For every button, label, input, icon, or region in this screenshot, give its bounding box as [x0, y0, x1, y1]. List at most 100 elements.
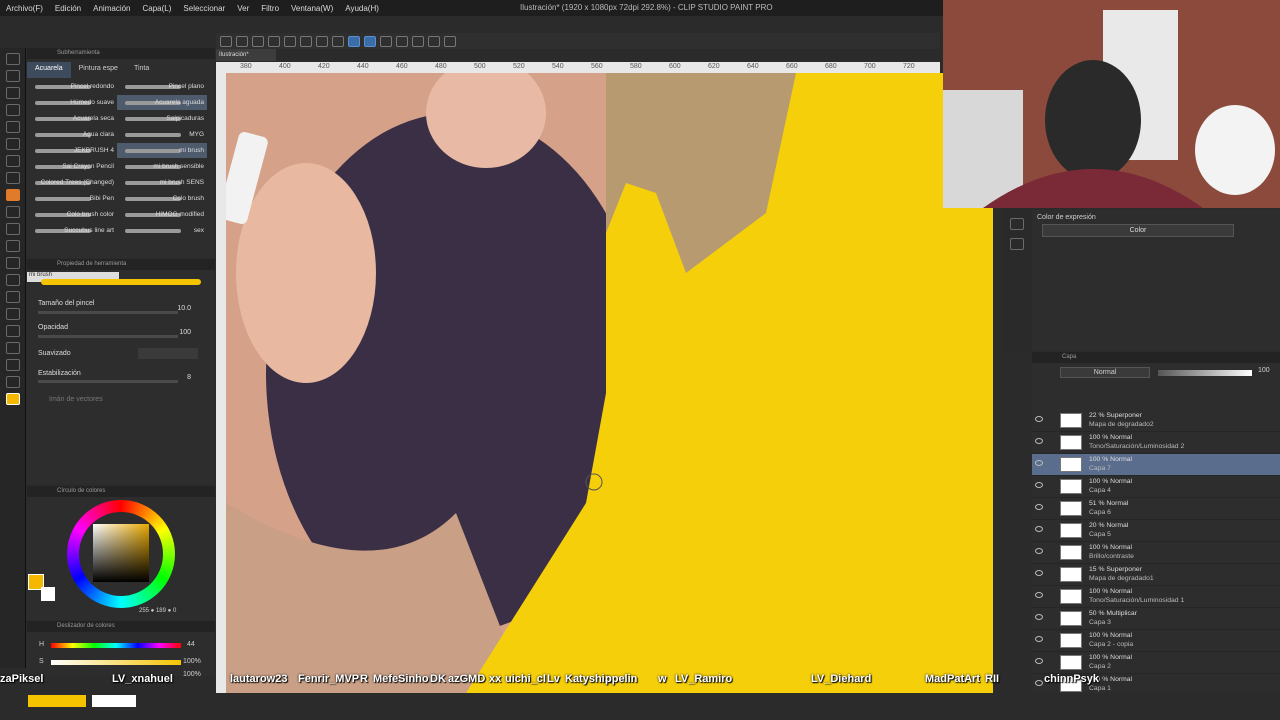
layer-tab[interactable]: Capa — [1032, 352, 1280, 363]
brush-item[interactable]: Húmedo suave — [27, 95, 117, 110]
brush-item[interactable]: HIMOG modified — [117, 207, 207, 222]
transform-icon[interactable] — [332, 35, 344, 47]
save-icon[interactable] — [252, 35, 264, 47]
tab-tinta[interactable]: Tinta — [126, 62, 157, 78]
blend-mode-select[interactable]: Normal — [1060, 367, 1150, 378]
visibility-eye-icon[interactable] — [1035, 614, 1043, 620]
layer-row[interactable]: 100 % Normal Brillo/contraste — [1032, 542, 1280, 564]
layer-row[interactable]: 15 % Superponer Mapa de degradado1 — [1032, 564, 1280, 586]
brush-item[interactable]: Colo brush color — [27, 207, 117, 222]
ruler-tool-icon[interactable] — [6, 325, 20, 337]
layer-opacity-slider[interactable] — [1158, 370, 1252, 376]
color-history-white[interactable] — [92, 695, 136, 707]
visibility-eye-icon[interactable] — [1035, 460, 1043, 466]
menu-ver[interactable]: Ver — [237, 4, 249, 13]
menu-archivo[interactable]: Archivo(F) — [6, 4, 43, 13]
eyedropper-tool-icon[interactable] — [6, 138, 20, 150]
color-expression-dropdown[interactable]: Color — [1042, 224, 1234, 237]
brush-item[interactable]: Pincel redondo — [27, 79, 117, 94]
visibility-eye-icon[interactable] — [1035, 526, 1043, 532]
menu-ayuda[interactable]: Ayuda(H) — [345, 4, 379, 13]
pen-tool-icon[interactable] — [6, 155, 20, 167]
eraser-tool-icon[interactable] — [6, 240, 20, 252]
brush-item[interactable]: Succubus line art — [27, 223, 117, 238]
brush-tool-icon[interactable] — [6, 189, 20, 201]
tab-pintura[interactable]: Pintura espe — [71, 62, 126, 78]
brush-item[interactable]: JEKBRUSH 4 — [27, 143, 117, 158]
stabilization-value[interactable]: 8 — [187, 374, 191, 381]
fill-icon[interactable] — [316, 35, 328, 47]
brush-size-slider[interactable] — [38, 311, 178, 314]
document-tab[interactable]: Ilustración* — [216, 49, 276, 61]
layer-row[interactable]: 100 % Normal Capa 7 — [1032, 454, 1280, 476]
brush-item[interactable]: MYG — [117, 127, 207, 142]
layer-row[interactable]: 22 % Superponer Mapa de degradado2 — [1032, 410, 1280, 432]
visibility-eye-icon[interactable] — [1035, 570, 1043, 576]
selection-tool-icon[interactable] — [6, 104, 20, 116]
visibility-eye-icon[interactable] — [1035, 592, 1043, 598]
fill-tool-icon[interactable] — [6, 257, 20, 269]
main-color-swatch[interactable] — [6, 393, 20, 405]
hue-slider[interactable] — [51, 643, 181, 648]
menu-animacion[interactable]: Animación — [93, 4, 130, 13]
balloon-tool-icon[interactable] — [6, 359, 20, 371]
rotate-icon[interactable] — [412, 35, 424, 47]
zoom-tool-icon[interactable] — [6, 53, 20, 65]
drawing-canvas[interactable] — [226, 73, 993, 693]
stabilization-slider[interactable] — [38, 380, 178, 383]
menu-edicion[interactable]: Edición — [55, 4, 81, 13]
brush-item[interactable]: Acuarela seca — [27, 111, 117, 126]
visibility-eye-icon[interactable] — [1035, 658, 1043, 664]
brush-item[interactable]: Sai Crayon Pencil — [27, 159, 117, 174]
menu-ventana[interactable]: Ventana(W) — [291, 4, 333, 13]
snap-ruler-icon[interactable] — [348, 35, 360, 47]
correct-line-tool-icon[interactable] — [6, 376, 20, 388]
brush-item[interactable]: mi brush sensible — [117, 159, 207, 174]
layer-opacity-value[interactable]: 100 — [1258, 367, 1270, 374]
layer-row[interactable]: 100 % Normal Tono/Saturación/Luminosidad … — [1032, 432, 1280, 454]
color-history-yellow[interactable] — [28, 695, 86, 707]
visibility-eye-icon[interactable] — [1035, 680, 1043, 686]
undo-icon[interactable] — [268, 35, 280, 47]
layer-row[interactable]: 20 % Normal Capa 5 — [1032, 520, 1280, 542]
opacity-value[interactable]: 100 — [179, 329, 191, 336]
brush-size-value[interactable]: 10.0 — [177, 305, 191, 312]
airbrush-tool-icon[interactable] — [6, 206, 20, 218]
menu-filtro[interactable]: Filtro — [261, 4, 279, 13]
brush-item[interactable]: Colo brush — [117, 191, 207, 206]
open-icon[interactable] — [236, 35, 248, 47]
menu-seleccionar[interactable]: Seleccionar — [183, 4, 225, 13]
smoothing-selector[interactable] — [138, 348, 198, 359]
navigator-icon[interactable] — [1010, 218, 1024, 230]
brush-item[interactable]: sex — [117, 223, 207, 238]
layer-row[interactable]: 100 % Normal Capa 2 — [1032, 652, 1280, 674]
sub-color-chip[interactable] — [41, 587, 55, 601]
frame-tool-icon[interactable] — [6, 308, 20, 320]
gradient-tool-icon[interactable] — [6, 274, 20, 286]
visibility-eye-icon[interactable] — [1035, 482, 1043, 488]
layer-row[interactable]: 100 % Normal Capa 2 - copia — [1032, 630, 1280, 652]
blend-tool-icon[interactable] — [6, 223, 20, 235]
brush-item[interactable]: Colored Trees (Changed) — [27, 175, 117, 190]
brush-item[interactable]: Agua clara — [27, 127, 117, 142]
zoom-fit-icon[interactable] — [428, 35, 440, 47]
brush-item[interactable]: Salpicaduras — [117, 111, 207, 126]
flip-icon[interactable] — [396, 35, 408, 47]
visibility-eye-icon[interactable] — [1035, 416, 1043, 422]
figure-tool-icon[interactable] — [6, 291, 20, 303]
visibility-eye-icon[interactable] — [1035, 636, 1043, 642]
material-icon[interactable] — [1010, 238, 1024, 250]
layer-row[interactable]: 51 % Normal Capa 6 — [1032, 498, 1280, 520]
visibility-eye-icon[interactable] — [1035, 504, 1043, 510]
menu-capa[interactable]: Capa(L) — [143, 4, 172, 13]
layer-row[interactable]: 100 % Normal Tono/Saturación/Luminosidad … — [1032, 586, 1280, 608]
saturation-value-square[interactable] — [93, 524, 149, 582]
snap-special-icon[interactable] — [380, 35, 392, 47]
layer-row[interactable]: 100 % Normal Capa 4 — [1032, 476, 1280, 498]
brush-item[interactable]: mi brush SENS — [117, 175, 207, 190]
snap-grid-icon[interactable] — [364, 35, 376, 47]
operation-tool-icon[interactable] — [6, 87, 20, 99]
settings-icon[interactable] — [444, 35, 456, 47]
brush-item[interactable]: Bibi Pen — [27, 191, 117, 206]
layer-row[interactable]: 50 % Multiplicar Capa 3 — [1032, 608, 1280, 630]
